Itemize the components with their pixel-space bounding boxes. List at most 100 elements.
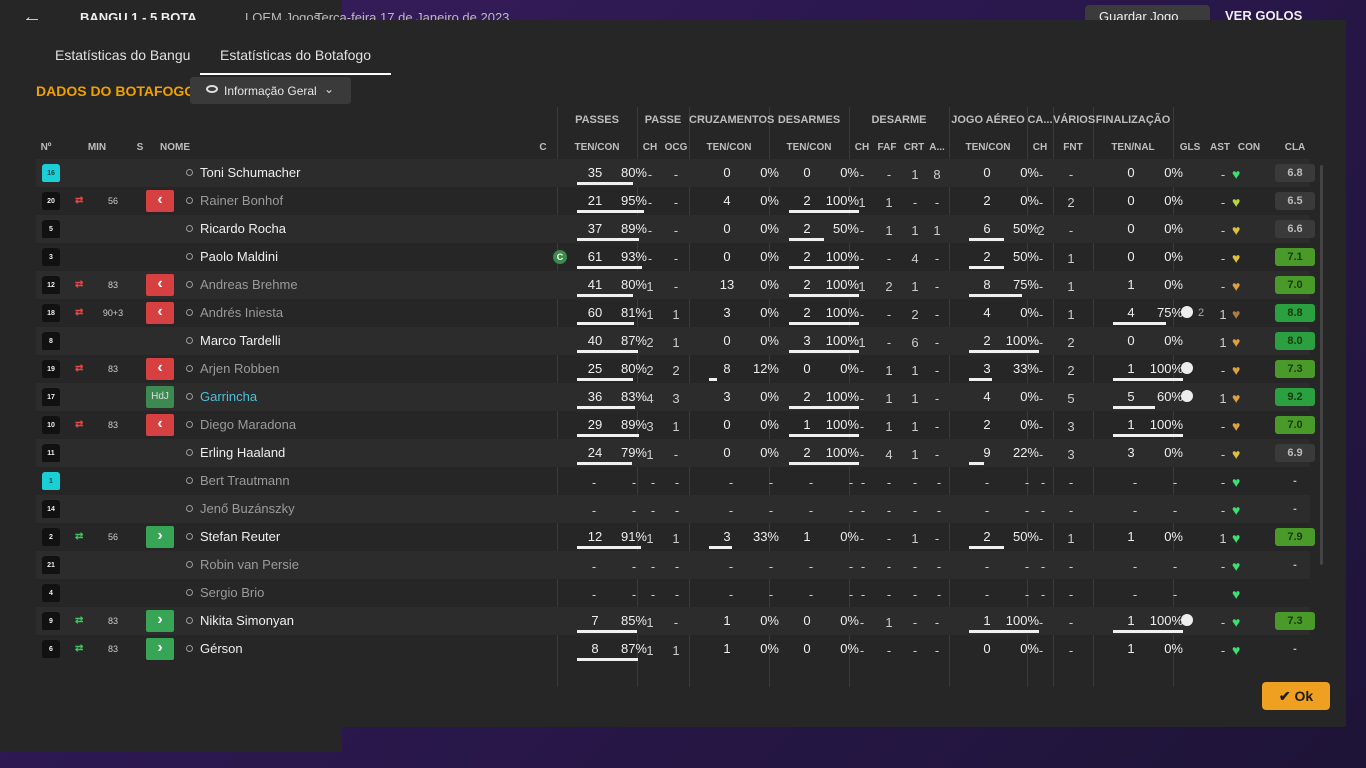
table-row[interactable]: 20 ⇄ 56 ‹ Rainer Bonhof 21 95% - -4 0% 2 100% 1 1- -2 0… xyxy=(36,187,1315,215)
table-row[interactable]: 6 ⇄ 83 › Gérson 8 87% 1 1 1 0% 0 0% - - - -0 0% - -1 0% - ♥ - xyxy=(36,635,1310,663)
player-name[interactable]: Erling Haaland xyxy=(200,445,285,460)
table-row[interactable]: 5 Ricardo Rocha 37 89% - -0 0% 2 50% -1 1 1 6 50% 2-0 0… xyxy=(36,215,1315,243)
table-row[interactable]: 12 ⇄ 83 ‹ Andreas Brehme 41 80% 1-13 0% 2 100% 1 2 1-… xyxy=(36,271,1315,299)
col-header-faf[interactable]: FAF xyxy=(875,142,899,153)
col-header-dese-ch[interactable]: CH xyxy=(852,142,872,153)
player-name[interactable]: Sergio Brio xyxy=(200,585,264,600)
col-header-fin-ten-nal[interactable]: TEN/NAL xyxy=(1093,142,1173,153)
col-header-cla[interactable]: CLA xyxy=(1275,142,1315,153)
aerial-attempts: 4 xyxy=(983,389,991,404)
table-row[interactable]: 16 Toni Schumacher 35 80% - -0 0% 0 0% - -1 8 0 0% - -0… xyxy=(36,159,1315,187)
tackle-ch: - xyxy=(859,251,865,266)
col-header-number[interactable]: Nº xyxy=(36,142,56,153)
player-name[interactable]: Toni Schumacher xyxy=(200,165,300,180)
sub-off-button[interactable]: ‹ xyxy=(146,358,174,380)
sub-on-button[interactable]: › xyxy=(146,526,174,548)
col-header-s[interactable]: S xyxy=(134,142,146,153)
table-row[interactable]: 8 Marco Tardelli 40 87% 2 1 0 0% 3 100% 1-6-2 100% -… xyxy=(36,327,1315,355)
table-row[interactable]: 17 HdJ Garrincha 36 83% 4 3 3 0% 2 100% -1 1-4 0% -5 5 6… xyxy=(36,383,1315,411)
shots-attempts: 0 xyxy=(1127,165,1135,180)
player-name[interactable]: Ricardo Rocha xyxy=(200,221,286,236)
sub-off-button[interactable]: ‹ xyxy=(146,302,174,324)
shots: 3 0% xyxy=(1113,444,1183,466)
player-name[interactable]: Rainer Bonhof xyxy=(200,193,283,208)
sub-off-button[interactable]: ‹ xyxy=(146,274,174,296)
passes-bar xyxy=(577,546,641,549)
aerial-bar xyxy=(969,266,1004,269)
table-row[interactable]: 2 ⇄ 56 › Stefan Reuter 12 91% 1 1 3 33% 1 0% - -1-2 50%… xyxy=(36,523,1315,551)
shirt-number: 18 xyxy=(42,304,60,322)
crosses-attempts: 3 xyxy=(723,389,731,404)
table-row[interactable]: 19 ⇄ 83 ‹ Arjen Robben 25 80% 2 2 8 12% 0 0% -1 1-3 33%… xyxy=(36,355,1315,383)
col-header-crt[interactable]: CRT xyxy=(902,142,926,153)
aerial-attempts: 2 xyxy=(983,333,991,348)
shots: 1 100% xyxy=(1113,612,1183,634)
table-row[interactable]: 18 ⇄ 90+3 ‹ Andrés Iniesta 60 81% 1 1 3 0% 2 100% - -2… xyxy=(36,299,1315,327)
fnt: 1 xyxy=(1067,531,1075,546)
crt: 1 xyxy=(911,167,919,182)
fnt: 1 xyxy=(1067,251,1075,266)
passes-bar xyxy=(577,238,639,241)
player-name[interactable]: Gérson xyxy=(200,641,243,656)
fin-pct: - xyxy=(1172,559,1178,574)
col-header-des-ten-con[interactable]: TEN/CON xyxy=(769,142,849,153)
player-name[interactable]: Nikita Simonyan xyxy=(200,613,294,628)
player-name[interactable]: Stefan Reuter xyxy=(200,529,280,544)
table-row[interactable]: 1 Bert Trautmann - - - - - - - - - - - - - - - - - - - ♥ - xyxy=(36,467,1310,495)
player-name[interactable]: Andrés Iniesta xyxy=(200,305,283,320)
shirt-number: 6 xyxy=(42,640,60,658)
col-header-con[interactable]: CON xyxy=(1236,142,1262,153)
col-header-cruz-ten-con[interactable]: TEN/CON xyxy=(689,142,769,153)
col-header-name[interactable]: NOME xyxy=(160,142,200,153)
tackle-ch: 1 xyxy=(858,195,866,210)
player-name[interactable]: Robin van Persie xyxy=(200,557,299,572)
tackle-ch: 1 xyxy=(858,335,866,350)
col-header-c[interactable]: C xyxy=(536,142,550,153)
table-row[interactable]: 14 Jenő Buzánszky - - - - - - - - - - - - - - - - - - - ♥ - xyxy=(36,495,1310,523)
col-header-aereo-ten-con[interactable]: TEN/CON xyxy=(949,142,1027,153)
player-name[interactable]: Bert Trautmann xyxy=(200,473,290,488)
table-row[interactable]: 21 Robin van Persie - - - - - - - - - - - - - - - - - - - ♥ - xyxy=(36,551,1310,579)
table-row[interactable]: 10 ⇄ 83 ‹ Diego Maradona 29 89% 3 1 0 0% 1 100% -1 1-2… xyxy=(36,411,1315,439)
ok-button[interactable]: ✔ Ok xyxy=(1262,682,1330,710)
player-rating: - xyxy=(1293,643,1297,655)
player-name[interactable]: Diego Maradona xyxy=(200,417,296,432)
col-header-passes-ten-con[interactable]: TEN/CON xyxy=(557,142,637,153)
passes-bar xyxy=(577,350,638,353)
col-header-passe-ocg[interactable]: OCG xyxy=(664,142,688,153)
table-row[interactable]: 11 Erling Haaland 24 79% 1-0 0% 2 100% -4 1-9 22% -… xyxy=(36,439,1315,467)
col-header-min[interactable]: MIN xyxy=(86,142,108,153)
table-row[interactable]: 3 Paolo Maldini C 61 93% - -0 0% 2 100% - -4-2 50% -1… xyxy=(36,243,1315,271)
player-name[interactable]: Garrincha xyxy=(200,389,257,404)
tab-botafogo-stats[interactable]: Estatísticas do Botafogo xyxy=(200,47,391,75)
aerial: 3 33% xyxy=(969,360,1039,382)
col-header-ca-ch[interactable]: CH xyxy=(1030,142,1050,153)
tackle-ch: - xyxy=(859,363,865,378)
player-name[interactable]: Paolo Maldini xyxy=(200,249,278,264)
view-select[interactable]: Informação Geral ⌄ xyxy=(190,77,351,104)
passes: 25 80% xyxy=(577,360,647,382)
table-row[interactable]: 9 ⇄ 83 › Nikita Simonyan 7 85% 1-1 0% 0 0% -1- -1 100… xyxy=(36,607,1315,635)
fnt: 5 xyxy=(1067,391,1075,406)
tab-bangu-stats[interactable]: Estatísticas do Bangu xyxy=(55,47,190,63)
person-icon xyxy=(184,337,193,346)
chevron-down-icon: ⌄ xyxy=(324,82,335,96)
shots-attempts: 0 xyxy=(1127,249,1135,264)
player-name[interactable]: Marco Tardelli xyxy=(200,333,281,348)
sub-on-button[interactable]: › xyxy=(146,610,174,632)
sub-on-button[interactable]: › xyxy=(146,638,174,660)
table-scrollbar[interactable] xyxy=(1320,165,1323,565)
sub-off-button[interactable]: ‹ xyxy=(146,414,174,436)
player-name[interactable]: Jenő Buzánszky xyxy=(200,501,295,516)
player-name[interactable]: Andreas Brehme xyxy=(200,277,298,292)
cruz-pct: - xyxy=(768,475,774,490)
table-row[interactable]: 4 Sergio Brio - - - - - - - - - - - - - - - - - - ♥ xyxy=(36,579,1310,607)
ca-ch: - xyxy=(1038,335,1044,350)
col-header-gls[interactable]: GLS xyxy=(1178,142,1202,153)
col-header-a[interactable]: A... xyxy=(927,142,947,153)
col-header-fnt[interactable]: FNT xyxy=(1058,142,1088,153)
col-header-ast[interactable]: AST xyxy=(1208,142,1232,153)
sub-off-button[interactable]: ‹ xyxy=(146,190,174,212)
player-name[interactable]: Arjen Robben xyxy=(200,361,280,376)
col-header-passe-ch[interactable]: CH xyxy=(640,142,660,153)
